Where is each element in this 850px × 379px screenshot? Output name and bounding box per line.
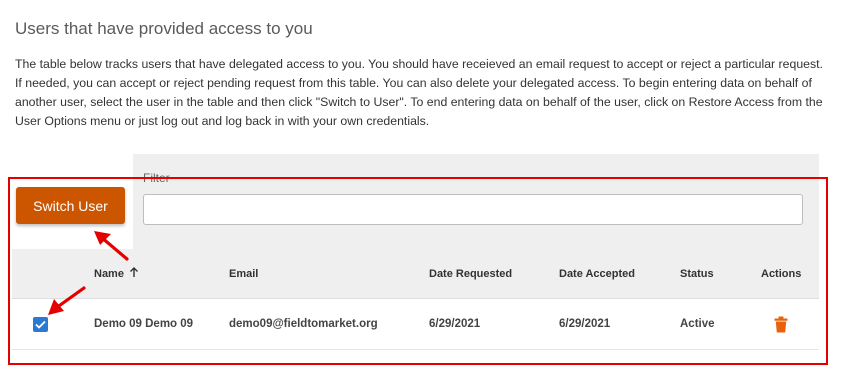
column-header-name-label: Name <box>94 267 124 280</box>
column-header-name[interactable]: Name <box>94 249 139 298</box>
row-date-requested: 6/29/2021 <box>429 318 481 330</box>
checkmark-icon <box>35 320 46 329</box>
column-header-actions: Actions <box>761 267 802 280</box>
row-select-checkbox[interactable] <box>33 317 48 332</box>
section-title: Users that have provided access to you <box>15 19 313 38</box>
filter-panel: Filter <box>133 154 819 249</box>
delegated-users-table: Name Email Date Requested Date Accepted … <box>12 249 819 351</box>
section-description: The table below tracks users that have d… <box>15 57 823 128</box>
column-header-date-requested[interactable]: Date Requested <box>429 249 512 298</box>
row-date-accepted: 6/29/2021 <box>559 318 611 330</box>
row-status: Active <box>680 318 715 330</box>
column-header-status[interactable]: Status <box>680 249 714 298</box>
column-header-date-accepted[interactable]: Date Accepted <box>559 249 635 298</box>
filter-input[interactable] <box>143 194 803 225</box>
table-header: Name Email Date Requested Date Accepted … <box>12 249 819 299</box>
table-row[interactable]: Demo 09 Demo 09 demo09@fieldtomarket.org… <box>12 299 819 350</box>
trash-icon[interactable] <box>774 316 788 333</box>
switch-user-button[interactable]: Switch User <box>16 187 125 224</box>
row-name: Demo 09 Demo 09 <box>94 318 194 330</box>
row-email: demo09@fieldtomarket.org <box>229 318 378 330</box>
column-header-email[interactable]: Email <box>229 249 258 298</box>
filter-label: Filter <box>143 171 170 185</box>
arrow-up-icon <box>129 266 139 281</box>
